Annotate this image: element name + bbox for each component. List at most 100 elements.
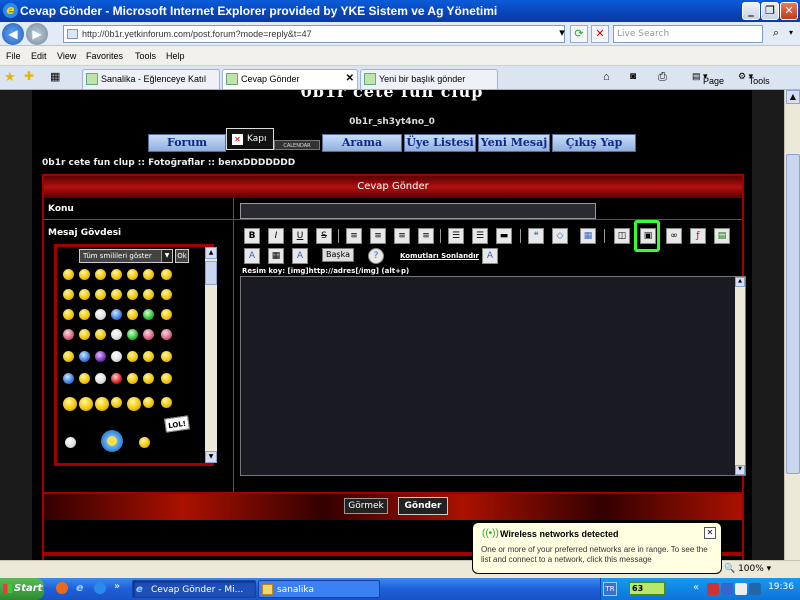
- tab-sanalika[interactable]: Sanalika - Eğlenceye Katıl: [82, 69, 220, 89]
- smiley-icon[interactable]: [95, 269, 106, 280]
- table-icon[interactable]: ▦: [580, 228, 596, 244]
- tab-yeni-baslik[interactable]: Yeni bir başlık gönder: [360, 69, 498, 89]
- menu-help[interactable]: Help: [166, 51, 185, 61]
- smilies-ok-button[interactable]: Ok: [175, 249, 189, 263]
- bold-button[interactable]: B: [244, 228, 260, 244]
- smiley-icon[interactable]: [63, 309, 74, 320]
- forward-button[interactable]: ▶: [26, 23, 48, 45]
- smiley-icon[interactable]: [63, 329, 74, 340]
- nav-calendar[interactable]: CALENDAR: [274, 140, 320, 150]
- lol-smiley-icon[interactable]: LOL!: [164, 415, 190, 433]
- bullet-list-icon[interactable]: ☰: [448, 228, 464, 244]
- tab-cevap-gonder[interactable]: Cevap Gönder ✕: [222, 69, 358, 89]
- komutlar-link[interactable]: Komutları Sonlandır: [400, 252, 479, 260]
- font-size-icon[interactable]: A: [292, 248, 308, 264]
- smiley-icon[interactable]: [111, 309, 122, 320]
- baska-button[interactable]: Başka: [322, 248, 354, 262]
- scroll-up-icon[interactable]: ▲: [786, 90, 800, 104]
- ie-quicklaunch-icon[interactable]: [94, 582, 106, 594]
- nav-arama[interactable]: Arama: [322, 134, 402, 152]
- smiley-icon[interactable]: [63, 351, 74, 362]
- smiley-icon[interactable]: [95, 373, 106, 384]
- preview-button[interactable]: Görmek: [344, 498, 388, 514]
- smiley-icon[interactable]: [63, 373, 74, 384]
- send-button[interactable]: Gönder: [398, 497, 448, 515]
- nav-forum[interactable]: Forum: [148, 134, 226, 152]
- smiley-icon[interactable]: [79, 397, 93, 411]
- smiley-icon[interactable]: [143, 269, 154, 280]
- smiley-icon[interactable]: [161, 329, 172, 340]
- smiley-icon[interactable]: [139, 437, 150, 448]
- smiley-icon[interactable]: [111, 289, 122, 300]
- scroll-down-icon[interactable]: ▼: [735, 465, 745, 475]
- close-button[interactable]: ✕: [780, 2, 798, 20]
- smiley-icon[interactable]: [95, 397, 109, 411]
- smiley-icon[interactable]: [63, 289, 74, 300]
- smilies-scrollbar[interactable]: ▲ ▼: [205, 247, 217, 463]
- smiley-icon[interactable]: [95, 289, 106, 300]
- message-textarea[interactable]: ▲ ▼: [240, 276, 746, 476]
- stop-button[interactable]: ✕: [591, 25, 609, 43]
- breadcrumb[interactable]: 0b1r cete fun clup :: Fotoğraflar :: ben…: [42, 158, 295, 168]
- close-icon[interactable]: ✕: [232, 134, 243, 145]
- smiley-icon[interactable]: [111, 351, 122, 362]
- start-button[interactable]: Start: [0, 578, 44, 600]
- page-scrollbar[interactable]: ▲ ▼: [784, 90, 800, 578]
- restore-button[interactable]: ❐: [761, 2, 779, 20]
- smiley-icon[interactable]: [143, 309, 154, 320]
- align-left-icon[interactable]: ≡: [346, 228, 362, 244]
- align-center-icon[interactable]: ≡: [370, 228, 386, 244]
- menu-edit[interactable]: Edit: [31, 51, 47, 61]
- quicklaunch-more-icon[interactable]: »: [114, 581, 120, 592]
- smiley-icon[interactable]: [127, 373, 138, 384]
- network-tray-icon[interactable]: [707, 583, 719, 595]
- smiley-icon[interactable]: [161, 373, 172, 384]
- smiley-icon[interactable]: [79, 289, 90, 300]
- smiley-icon[interactable]: [111, 373, 122, 384]
- hide-icon[interactable]: ◫: [614, 228, 630, 244]
- quote-icon[interactable]: ❝: [528, 228, 544, 244]
- smiley-icon[interactable]: [161, 309, 172, 320]
- menu-tools[interactable]: Tools: [135, 51, 156, 61]
- smiley-icon[interactable]: [127, 397, 141, 411]
- smiley-icon[interactable]: [127, 329, 138, 340]
- search-input[interactable]: Live Search: [613, 25, 763, 43]
- print-icon[interactable]: ⎙: [658, 71, 667, 84]
- code-icon[interactable]: ◇: [552, 228, 568, 244]
- firefox-icon[interactable]: [56, 582, 68, 594]
- tools-menu[interactable]: ⚙ Tools ▾: [738, 71, 770, 86]
- ie-quicklaunch-icon[interactable]: e: [76, 581, 83, 594]
- nav-cikis-yap[interactable]: Çıkış Yap: [552, 134, 636, 152]
- menu-view[interactable]: View: [57, 51, 76, 61]
- video-icon[interactable]: ▤: [714, 228, 730, 244]
- smiley-icon[interactable]: [95, 351, 106, 362]
- font-color-icon[interactable]: A: [244, 248, 260, 264]
- scroll-up-icon[interactable]: ▲: [735, 277, 745, 287]
- smiley-icon[interactable]: [143, 329, 154, 340]
- smiley-icon[interactable]: [143, 397, 154, 408]
- smiley-icon[interactable]: [79, 269, 90, 280]
- message-scrollbar[interactable]: ▲ ▼: [735, 277, 745, 475]
- italic-button[interactable]: I: [268, 228, 284, 244]
- smiley-icon[interactable]: [65, 437, 76, 448]
- scroll-down-icon[interactable]: ▼: [205, 451, 217, 463]
- align-right-icon[interactable]: ≡: [394, 228, 410, 244]
- smiley-icon[interactable]: [95, 309, 106, 320]
- scroll-up-icon[interactable]: ▲: [205, 247, 217, 259]
- smiley-icon[interactable]: [63, 397, 77, 411]
- address-input[interactable]: http://0b1r.yetkinforum.com/post.forum?m…: [63, 25, 565, 43]
- back-button[interactable]: ◀: [2, 23, 24, 45]
- smiley-icon[interactable]: [127, 289, 138, 300]
- smiley-icon[interactable]: [111, 269, 122, 280]
- menu-file[interactable]: File: [6, 51, 21, 61]
- tray-expand-icon[interactable]: «: [693, 582, 699, 593]
- smiley-icon[interactable]: [111, 329, 122, 340]
- subject-input[interactable]: [240, 203, 596, 219]
- battery-indicator[interactable]: 63: [629, 582, 665, 595]
- smiley-icon[interactable]: [111, 397, 122, 408]
- home-icon[interactable]: ⌂: [603, 71, 610, 83]
- task-sanalika[interactable]: sanalika: [258, 580, 380, 598]
- smilies-select[interactable]: Tüm smilileri göster ▼: [79, 249, 173, 263]
- page-menu[interactable]: ▤ Page ▾: [692, 71, 724, 86]
- palette-icon[interactable]: ▦: [268, 248, 284, 264]
